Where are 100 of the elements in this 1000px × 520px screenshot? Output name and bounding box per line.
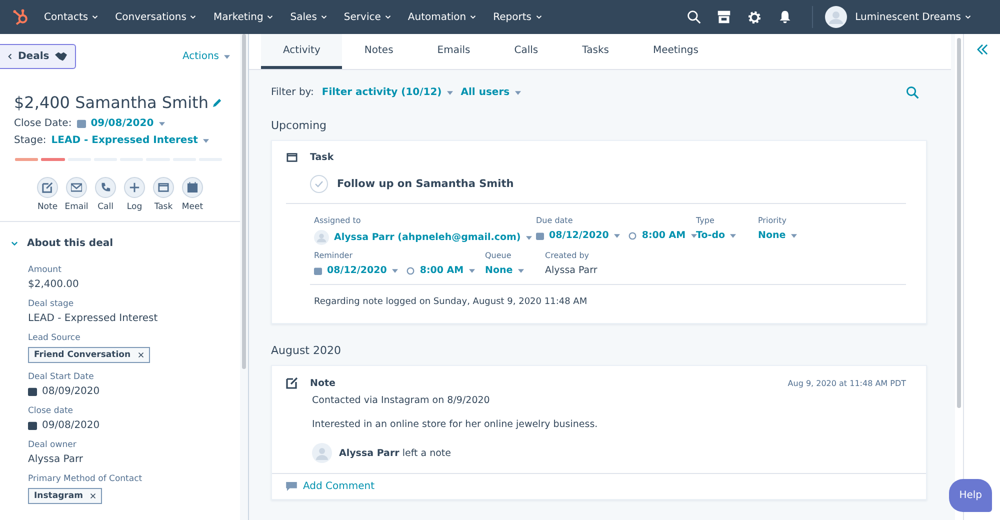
section-heading: Upcoming	[271, 118, 328, 134]
task-action-button[interactable]	[153, 177, 174, 198]
property-value: Alyssa Parr	[28, 454, 84, 465]
field-label: Priority	[758, 216, 788, 225]
activity-tab[interactable]: Emails	[415, 34, 492, 69]
field-label: Type	[696, 216, 716, 225]
chevron-down-icon	[190, 15, 196, 19]
comment-icon	[286, 482, 297, 491]
nav-menu[interactable]: Service	[344, 12, 391, 22]
property-value: $2,400.00	[28, 279, 79, 290]
author-text: Alyssa Parr left a note	[339, 448, 451, 458]
action-label: Email	[64, 202, 88, 212]
nav-menu[interactable]: Contacts	[44, 12, 98, 22]
task-icon	[286, 152, 298, 163]
chevron-left-icon	[8, 53, 12, 60]
nav-menu[interactable]: Reports	[493, 12, 542, 22]
nav-menu[interactable]: Sales	[290, 12, 327, 22]
action-label: Log	[126, 202, 142, 212]
regarding-text: Regarding note logged on Sunday, August 9, 2020 11:48 AM	[313, 296, 588, 307]
remove-icon[interactable]	[90, 493, 96, 499]
action-label: Meet	[182, 202, 204, 212]
settings-icon[interactable]	[747, 10, 762, 24]
caret-icon	[446, 90, 453, 94]
field-label: Due date	[536, 216, 574, 225]
user-avatar-icon[interactable]	[825, 6, 848, 28]
email-action-button[interactable]	[66, 177, 87, 198]
property-label: Close date	[28, 406, 74, 416]
nav-menu[interactable]: Conversations	[115, 12, 196, 22]
card-type: Note	[310, 378, 336, 388]
remove-icon[interactable]	[138, 352, 144, 358]
section-title[interactable]: About this deal	[27, 238, 114, 249]
nav-menu[interactable]: Automation	[408, 12, 476, 22]
activity-tab[interactable]: Tasks	[560, 34, 631, 69]
caret-icon	[690, 234, 697, 238]
action-label: Note	[37, 202, 58, 212]
storefront-icon[interactable]	[717, 10, 732, 24]
caret-icon	[518, 268, 524, 272]
caret-icon	[790, 234, 797, 238]
account-menu[interactable]: Luminescent Dreams	[855, 12, 971, 22]
caret-icon	[158, 122, 165, 126]
due-time-dropdown[interactable]: 8:00 AM	[642, 230, 697, 241]
notification-bell-icon[interactable]	[778, 10, 792, 24]
timestamp: Aug 9, 2020 at 11:48 AM PDT	[788, 378, 906, 388]
search-icon[interactable]	[687, 10, 702, 24]
activity-tab[interactable]: Activity	[261, 34, 342, 69]
card-type: Task	[310, 152, 334, 163]
queue-dropdown[interactable]: None	[485, 265, 524, 276]
note-action-button[interactable]	[37, 177, 58, 198]
activity-tab[interactable]: Calls	[492, 34, 560, 69]
caret-icon	[468, 268, 475, 272]
call-action-button[interactable]	[95, 177, 116, 198]
plus-icon	[129, 182, 140, 193]
note-text: Interested in an online store for her online jewelry business.	[312, 419, 599, 430]
help-button[interactable]: Help	[949, 479, 992, 512]
property-tag[interactable]: Instagram	[28, 488, 102, 504]
property-label: Deal stage	[28, 299, 74, 309]
edit-icon	[42, 182, 53, 193]
stage-label: Stage:	[14, 135, 46, 146]
user-avatar-icon	[312, 443, 332, 463]
field-label: Reminder	[314, 251, 354, 260]
edit-pencil-icon[interactable]	[213, 98, 222, 107]
back-to-deals-button[interactable]: Deals	[0, 44, 76, 69]
meet-action-button[interactable]	[182, 177, 203, 198]
chevron-down-icon	[320, 15, 327, 19]
log-action-button[interactable]	[124, 177, 145, 198]
property-value: 08/09/2020	[42, 386, 100, 397]
actions-menu[interactable]: Actions	[182, 51, 230, 62]
property-label: Amount	[28, 265, 62, 275]
property-tag[interactable]: Friend Conversation	[28, 347, 150, 363]
reminder-date-dropdown[interactable]: 08/12/2020	[327, 265, 398, 276]
add-comment-link[interactable]: Add Comment	[303, 481, 375, 492]
user-avatar-icon	[314, 230, 329, 245]
deal-title: $2,400 Samantha Smith	[14, 93, 208, 112]
sprocket-logo-icon[interactable]	[12, 8, 30, 26]
property-label: Lead Source	[28, 333, 80, 343]
chevron-down-icon	[470, 15, 476, 19]
property-label: Deal Start Date	[28, 372, 94, 382]
stage-dropdown[interactable]: LEAD - Expressed Interest	[51, 135, 209, 146]
action-label: Call	[98, 202, 114, 212]
caret-icon	[202, 138, 209, 142]
field-label: Assigned to	[314, 216, 362, 225]
close-date-dropdown[interactable]: 09/08/2020	[90, 118, 165, 129]
chevron-down-icon	[536, 15, 542, 19]
window-icon	[158, 182, 169, 193]
type-dropdown[interactable]: To-do	[696, 230, 736, 241]
action-label: Task	[154, 202, 173, 212]
priority-dropdown[interactable]: None	[758, 230, 797, 241]
reminder-time-dropdown[interactable]: 8:00 AM	[420, 265, 475, 276]
envelope-icon	[71, 182, 82, 193]
creator-name: Alyssa Parr	[545, 265, 598, 276]
scrollbar-thumb[interactable]	[957, 38, 961, 408]
chevron-down-icon[interactable]	[11, 241, 18, 246]
chevron-down-icon	[92, 15, 98, 19]
activity-tab[interactable]: Meetings	[630, 34, 720, 69]
activity-tab[interactable]: Notes	[342, 34, 416, 69]
scrollbar-thumb[interactable]	[242, 34, 246, 369]
collapse-sidebar-icon[interactable]	[976, 44, 988, 55]
due-date-dropdown[interactable]: 08/12/2020	[549, 230, 620, 241]
nav-menu[interactable]: Marketing	[213, 12, 274, 22]
assignee-dropdown[interactable]: Alyssa Parr (ahpneleh@gmail.com)	[334, 232, 532, 243]
